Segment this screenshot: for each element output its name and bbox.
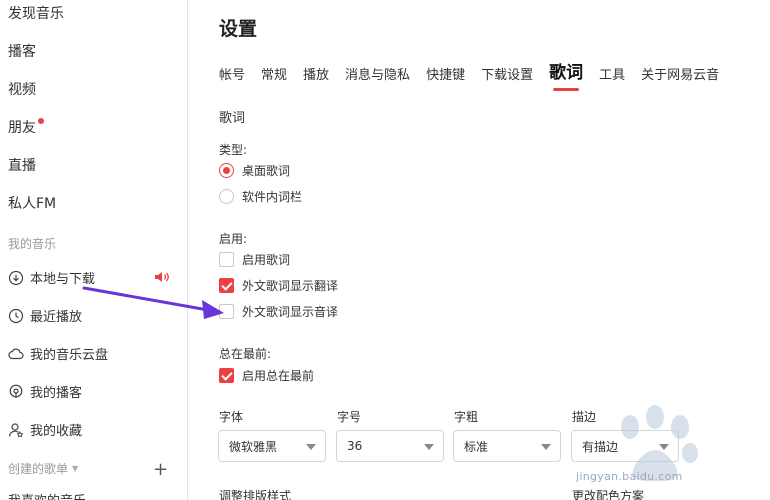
sidebar-item-cloud[interactable]: 我的音乐云盘 [8,344,108,363]
font-dropdown[interactable]: 微软雅黑 [218,430,326,462]
sidebar-item-label: 我的音乐云盘 [30,348,109,363]
sidebar-item-label: 最近播放 [30,310,83,325]
sidebar-item-label: 我的播客 [30,386,83,401]
type-label: 类型: [219,143,248,157]
user-star-icon [8,422,24,438]
option-label: 外文歌词显示翻译 [242,279,339,293]
radio-in-app-lyrics[interactable]: 软件内词栏 [219,188,302,205]
clock-icon [8,308,24,323]
radio-button[interactable] [219,163,234,178]
checkbox[interactable] [219,304,234,319]
created-playlists-label: 创建的歌单 [8,462,69,476]
caret-down-icon [424,444,434,450]
nav-video[interactable]: 视频 [8,79,36,99]
option-label: 启用总在最前 [242,369,315,383]
radio-button[interactable] [219,189,234,204]
lyrics-section-title: 歌词 [219,111,246,126]
tab-account[interactable]: 帐号 [219,64,245,83]
tab-playback[interactable]: 播放 [303,64,329,83]
tab-general[interactable]: 常规 [261,64,287,83]
sidebar-item-recent[interactable]: 最近播放 [8,306,82,325]
sidebar-item-label: 我的收藏 [30,424,83,439]
tab-privacy[interactable]: 消息与隐私 [345,64,410,83]
enable-label: 启用: [219,232,248,246]
checkbox[interactable] [219,278,234,293]
tab-lyrics[interactable]: 歌词 [549,58,583,91]
checkbox-enable-lyrics[interactable]: 启用歌词 [219,251,290,268]
add-playlist-icon[interactable]: + [153,459,168,480]
font-label: 字体 [219,410,244,424]
chevron-down-icon: ▼ [72,464,79,473]
nav-personal-fm[interactable]: 私人FM [8,193,56,213]
settings-tabs: 帐号 常规 播放 消息与隐私 快捷键 下载设置 歌词 工具 关于网易云音 [219,58,735,91]
tab-tools[interactable]: 工具 [599,64,625,83]
font-weight-label: 字粗 [454,410,479,424]
dropdown-value: 36 [347,439,363,453]
caret-down-icon [306,444,316,450]
sidebar-item-my-podcast[interactable]: 我的播客 [8,382,82,401]
always-on-top-label: 总在最前: [219,347,272,361]
nav-discover-music[interactable]: 发现音乐 [8,3,64,23]
watermark-text: jingyan.baidu.com [576,470,683,483]
layout-style-label[interactable]: 调整排版样式 [219,487,291,500]
dropdown-value: 标准 [464,439,489,454]
dropdown-value: 微软雅黑 [229,439,278,454]
cloud-icon [8,348,24,359]
tab-about[interactable]: 关于网易云音 [641,64,719,83]
option-label: 启用歌词 [242,253,291,267]
sidebar-item-label: 本地与下载 [30,272,96,287]
option-label: 软件内词栏 [242,190,303,204]
checkbox-show-transliteration[interactable]: 外文歌词显示音译 [219,303,338,320]
option-label: 外文歌词显示音译 [242,305,339,319]
option-label: 桌面歌词 [242,164,291,178]
sidebar-item-liked-music[interactable]: 我喜欢的音乐 [8,490,86,500]
nav-live[interactable]: 直播 [8,155,36,175]
nav-friends[interactable]: 朋友 [8,117,44,137]
download-icon [8,270,24,285]
radio-desktop-lyrics[interactable]: 桌面歌词 [219,162,290,179]
checkbox-show-translation[interactable]: 外文歌词显示翻译 [219,277,338,294]
my-music-header: 我的音乐 [8,237,57,251]
checkbox-always-on-top[interactable]: 启用总在最前 [219,367,314,384]
tab-download[interactable]: 下载设置 [481,64,533,83]
stroke-label: 描边 [572,410,597,424]
speaker-icon [155,272,169,282]
font-weight-dropdown[interactable]: 标准 [453,430,561,462]
checkbox[interactable] [219,368,234,383]
sidebar-item-collection[interactable]: 我的收藏 [8,420,82,439]
sidebar-item-local-download[interactable]: 本地与下载 [8,268,95,287]
page-title: 设置 [219,18,258,40]
podcast-icon [9,384,23,398]
font-size-label: 字号 [337,410,362,424]
font-size-dropdown[interactable]: 36 [336,430,444,462]
checkbox[interactable] [219,252,234,267]
created-playlists-header[interactable]: 创建的歌单 ▼ [8,460,78,477]
nav-podcast[interactable]: 播客 [8,41,36,61]
sidebar: 发现音乐 播客 视频 朋友 直播 私人FM 我的音乐 本地与下载 最近播放 我的… [0,0,188,500]
tab-shortcuts[interactable]: 快捷键 [426,64,465,83]
caret-down-icon [541,444,551,450]
